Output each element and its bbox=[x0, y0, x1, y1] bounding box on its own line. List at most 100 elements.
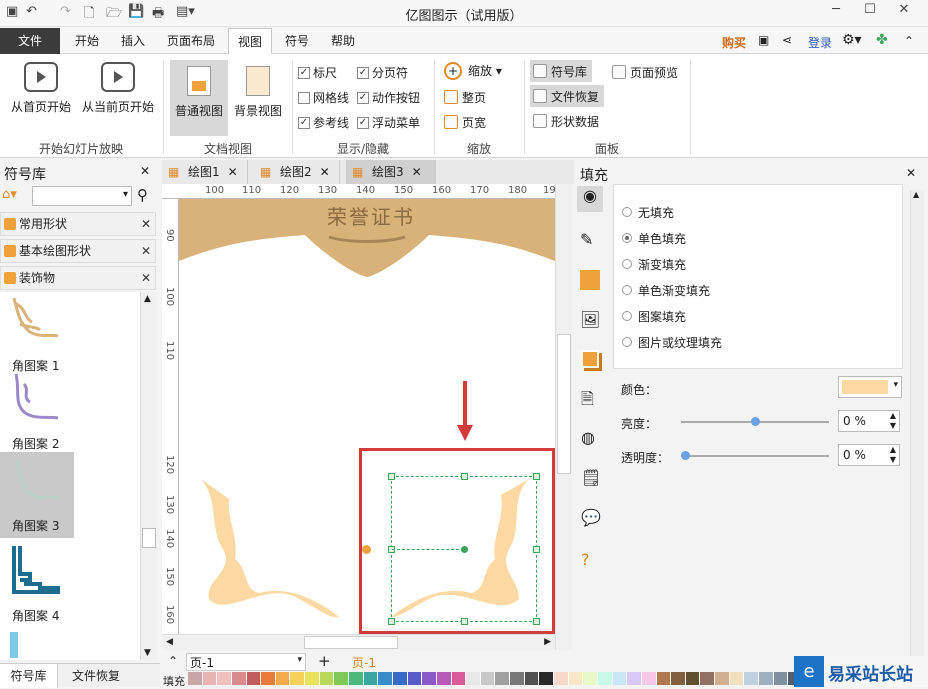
tab-symbol[interactable]: 符号 bbox=[276, 28, 318, 54]
palette-swatch[interactable] bbox=[422, 672, 437, 685]
whole-page-button[interactable]: 整页 bbox=[444, 89, 486, 106]
palette-swatch[interactable] bbox=[671, 672, 686, 685]
palette-swatch[interactable] bbox=[290, 672, 306, 685]
close-tab-icon[interactable]: ✕ bbox=[412, 165, 422, 179]
palette-swatch[interactable] bbox=[188, 672, 203, 685]
palette-swatch[interactable] bbox=[656, 672, 672, 685]
scroll-thumb[interactable] bbox=[304, 636, 398, 649]
symbol-item-selected[interactable]: 角图案 3 bbox=[0, 452, 74, 538]
category-common[interactable]: 常用形状 ✕ bbox=[0, 212, 156, 236]
line-tool-icon[interactable]: ✎ bbox=[580, 230, 593, 249]
library-toggle[interactable]: 符号库 bbox=[530, 60, 592, 82]
help-icon[interactable]: ? bbox=[581, 550, 590, 569]
palette-swatch[interactable] bbox=[480, 672, 496, 685]
library-scrollbar[interactable]: ▲ ▼ bbox=[140, 292, 157, 660]
ribbon-collapse-icon[interactable]: ⌃ bbox=[904, 34, 914, 48]
palette-swatch[interactable] bbox=[597, 672, 613, 685]
palette-swatch[interactable] bbox=[641, 672, 657, 685]
palette-swatch[interactable] bbox=[685, 672, 701, 685]
preview-toggle[interactable]: 页面预览 bbox=[612, 64, 678, 81]
symbol-item[interactable]: 角图案 1 bbox=[0, 292, 140, 378]
scroll-left-icon[interactable]: ◀ bbox=[166, 637, 173, 647]
library-tab[interactable]: 符号库 bbox=[0, 664, 58, 688]
doc-tab-3[interactable]: ▦ 绘图3 ✕ bbox=[346, 160, 436, 184]
shadow-tool-icon[interactable] bbox=[580, 270, 600, 290]
close-category-icon[interactable]: ✕ bbox=[141, 213, 151, 235]
tab-help[interactable]: 帮助 bbox=[322, 28, 364, 54]
resize-handle[interactable] bbox=[533, 473, 540, 480]
canvas-vscrollbar[interactable] bbox=[555, 184, 572, 650]
guides-checkbox[interactable]: ✓ 参考线 bbox=[298, 114, 349, 131]
close-category-icon[interactable]: ✕ bbox=[141, 240, 151, 262]
fill-option-solid[interactable]: 单色填充 bbox=[622, 225, 686, 251]
spinner-arrows-icon[interactable]: ▲ ▼ bbox=[890, 411, 896, 431]
palette-swatch[interactable] bbox=[246, 672, 262, 685]
scroll-right-icon[interactable]: ▶ bbox=[544, 637, 551, 647]
fill-tool-icon[interactable]: ◉ bbox=[577, 186, 603, 212]
palette-swatch[interactable] bbox=[436, 672, 452, 685]
fill-panel-scrollbar[interactable]: ▲ bbox=[910, 190, 924, 660]
tab-page-layout[interactable]: 页面布局 bbox=[158, 28, 224, 54]
fill-option-mono-gradient[interactable]: 单色渐变填充 bbox=[622, 277, 710, 303]
palette-swatch[interactable] bbox=[363, 672, 379, 685]
tab-view[interactable]: 视图 bbox=[228, 28, 273, 55]
palette-swatch[interactable] bbox=[334, 672, 350, 685]
palette-swatch[interactable] bbox=[231, 672, 247, 685]
palette-swatch[interactable] bbox=[715, 672, 730, 685]
from-current-button[interactable]: 从当前页开始 bbox=[80, 60, 156, 115]
palette-swatch[interactable] bbox=[583, 672, 598, 685]
transparency-spinner[interactable]: 0 % ▲ ▼ bbox=[838, 444, 900, 466]
palette-swatch[interactable] bbox=[568, 672, 584, 685]
palette-swatch[interactable] bbox=[773, 672, 789, 685]
tab-insert[interactable]: 插入 bbox=[112, 28, 154, 54]
spinner-arrows-icon[interactable]: ▲ ▼ bbox=[890, 445, 896, 465]
palette-swatch[interactable] bbox=[407, 672, 423, 685]
selection-box[interactable] bbox=[362, 473, 540, 625]
doc-tab-2[interactable]: ▦ 绘图2 ✕ bbox=[254, 160, 340, 184]
gear-icon[interactable]: ⚙▾ bbox=[842, 32, 862, 48]
brightness-spinner[interactable]: 0 % ▲ ▼ bbox=[838, 410, 900, 432]
palette-swatch[interactable] bbox=[612, 672, 628, 685]
palette-swatch[interactable] bbox=[319, 672, 335, 685]
minimize-icon[interactable]: ─ bbox=[820, 2, 852, 24]
scroll-thumb[interactable] bbox=[557, 334, 571, 474]
scroll-up-icon[interactable]: ▲ bbox=[913, 190, 919, 199]
slider-knob[interactable] bbox=[681, 451, 690, 460]
center-handle[interactable] bbox=[461, 546, 468, 553]
symbol-item[interactable]: 角图案 4 bbox=[0, 542, 140, 628]
comment-tool-icon[interactable]: 💬 bbox=[581, 508, 601, 527]
page-width-button[interactable]: 页宽 bbox=[444, 114, 486, 131]
slider-knob[interactable] bbox=[751, 417, 760, 426]
zoom-button[interactable]: + 缩放 ▾ bbox=[444, 62, 502, 80]
palette-swatch[interactable] bbox=[539, 672, 555, 685]
resize-handle[interactable] bbox=[533, 618, 540, 625]
resize-handle[interactable] bbox=[533, 546, 540, 553]
normal-view-button[interactable]: 普通视图 bbox=[170, 60, 228, 136]
palette-swatch[interactable] bbox=[217, 672, 232, 685]
resize-handle[interactable] bbox=[461, 618, 468, 625]
fill-option-pattern[interactable]: 图案填充 bbox=[622, 303, 686, 329]
palette-swatch[interactable] bbox=[466, 672, 481, 685]
palette-swatch[interactable] bbox=[700, 672, 716, 685]
floating-checkbox[interactable]: ✓ 浮动菜单 bbox=[357, 114, 420, 131]
shapedata-toggle[interactable]: 形状数据 bbox=[533, 113, 599, 130]
maximize-icon[interactable]: ☐ bbox=[854, 2, 886, 24]
rotate-handle[interactable] bbox=[362, 545, 371, 554]
from-first-button[interactable]: 从首页开始 bbox=[8, 60, 74, 115]
file-menu[interactable]: 文件 bbox=[0, 28, 60, 54]
action-checkbox[interactable]: ✓ 动作按钮 bbox=[357, 89, 420, 106]
login-link[interactable]: 登录 bbox=[808, 34, 832, 51]
close-tab-icon[interactable]: ✕ bbox=[320, 165, 330, 179]
palette-swatch[interactable] bbox=[392, 672, 408, 685]
image-tool-icon[interactable]: 🖼 bbox=[580, 310, 600, 329]
buy-link[interactable]: 购买 bbox=[722, 34, 746, 51]
page-tab[interactable]: 页-1 bbox=[352, 654, 376, 671]
close-icon[interactable]: ✕ bbox=[888, 2, 920, 24]
transparency-slider[interactable] bbox=[681, 451, 829, 460]
close-fill-panel-icon[interactable]: ✕ bbox=[906, 166, 916, 180]
palette-swatch[interactable] bbox=[378, 672, 393, 685]
palette-swatch[interactable] bbox=[554, 672, 569, 685]
palette-swatch[interactable] bbox=[275, 672, 291, 685]
canvas-hscrollbar[interactable]: ◀ ▶ bbox=[162, 634, 555, 650]
palette-swatch[interactable] bbox=[627, 672, 642, 685]
